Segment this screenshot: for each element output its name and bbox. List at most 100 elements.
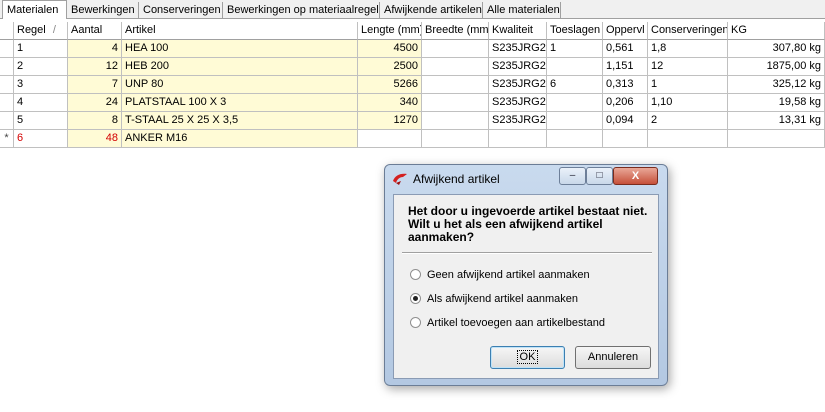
- cell-breedte[interactable]: [422, 58, 489, 76]
- cell-breedte[interactable]: [422, 76, 489, 94]
- cell-aantal[interactable]: 24: [68, 94, 122, 112]
- cell-regel[interactable]: 2: [14, 58, 68, 76]
- row-indicator[interactable]: [0, 58, 14, 76]
- column-header-conserveringen[interactable]: Conserveringen: [648, 22, 728, 40]
- cell-kwaliteit[interactable]: S235JRG2: [489, 40, 547, 58]
- cell-conserveringen[interactable]: 2: [648, 112, 728, 130]
- cell-aantal[interactable]: 8: [68, 112, 122, 130]
- cell-kwaliteit[interactable]: S235JRG2: [489, 94, 547, 112]
- cell-artikel[interactable]: T-STAAL 25 X 25 X 3,5: [122, 112, 358, 130]
- minimize-button[interactable]: –: [559, 167, 586, 185]
- cell-toeslagen[interactable]: [547, 58, 603, 76]
- table-row-new[interactable]: * 6 48 ANKER M16: [0, 130, 825, 148]
- row-indicator[interactable]: [0, 94, 14, 112]
- cell-toeslagen[interactable]: [547, 130, 603, 148]
- tab-bewerkingen-op-materiaalregel[interactable]: Bewerkingen op materiaalregel: [223, 2, 380, 18]
- cell-kg[interactable]: 19,58 kg: [728, 94, 825, 112]
- column-header-aantal[interactable]: Aantal: [68, 22, 122, 40]
- cell-breedte[interactable]: [422, 40, 489, 58]
- tab-materialen[interactable]: Materialen: [2, 0, 67, 19]
- cell-conserveringen[interactable]: [648, 130, 728, 148]
- table-row[interactable]: 4 24 PLATSTAAL 100 X 3 340 S235JRG2 0,20…: [0, 94, 825, 112]
- cell-aantal[interactable]: 4: [68, 40, 122, 58]
- column-header-regel[interactable]: Regel /: [14, 22, 68, 40]
- table-row[interactable]: 2 12 HEB 200 2500 S235JRG2 1,151 12 1875…: [0, 58, 825, 76]
- column-header-kwaliteit[interactable]: Kwaliteit: [489, 22, 547, 40]
- cell-lengte[interactable]: [358, 130, 422, 148]
- cell-aantal[interactable]: 12: [68, 58, 122, 76]
- tab-afwijkende-artikelen[interactable]: Afwijkende artikelen: [380, 2, 483, 18]
- cell-artikel[interactable]: PLATSTAAL 100 X 3: [122, 94, 358, 112]
- cell-oppervl[interactable]: 0,206: [603, 94, 648, 112]
- cell-kg[interactable]: 13,31 kg: [728, 112, 825, 130]
- cell-kwaliteit[interactable]: [489, 130, 547, 148]
- cell-kwaliteit[interactable]: S235JRG2: [489, 58, 547, 76]
- cell-artikel[interactable]: HEA 100: [122, 40, 358, 58]
- cell-conserveringen[interactable]: 12: [648, 58, 728, 76]
- table-row[interactable]: 3 7 UNP 80 5266 S235JRG2 6 0,313 1 325,1…: [0, 76, 825, 94]
- cell-kwaliteit[interactable]: S235JRG2: [489, 112, 547, 130]
- cell-oppervl[interactable]: [603, 130, 648, 148]
- cell-kg[interactable]: 307,80 kg: [728, 40, 825, 58]
- option-label[interactable]: Als afwijkend artikel aanmaken: [427, 291, 578, 307]
- cell-kwaliteit[interactable]: S235JRG2: [489, 76, 547, 94]
- cell-regel[interactable]: 5: [14, 112, 68, 130]
- radio-unselected-icon[interactable]: [410, 317, 421, 328]
- tab-bewerkingen[interactable]: Bewerkingen: [67, 2, 139, 18]
- cell-breedte[interactable]: [422, 130, 489, 148]
- cell-kg[interactable]: 1875,00 kg: [728, 58, 825, 76]
- cell-aantal[interactable]: 7: [68, 76, 122, 94]
- close-button[interactable]: X: [613, 167, 658, 185]
- cell-regel[interactable]: 6: [14, 130, 68, 148]
- cell-oppervl[interactable]: 0,313: [603, 76, 648, 94]
- column-header-lengte[interactable]: Lengte (mm): [358, 22, 422, 40]
- new-row-marker-icon[interactable]: *: [0, 130, 14, 148]
- cell-lengte[interactable]: 5266: [358, 76, 422, 94]
- cell-kg[interactable]: 325,12 kg: [728, 76, 825, 94]
- option-label[interactable]: Geen afwijkend artikel aanmaken: [427, 267, 590, 283]
- cell-breedte[interactable]: [422, 94, 489, 112]
- column-header-oppervl[interactable]: Oppervl: [603, 22, 648, 40]
- cell-toeslagen[interactable]: [547, 112, 603, 130]
- cancel-button[interactable]: Annuleren: [575, 346, 651, 369]
- cell-toeslagen[interactable]: 1: [547, 40, 603, 58]
- cell-lengte[interactable]: 4500: [358, 40, 422, 58]
- cell-conserveringen[interactable]: 1,10: [648, 94, 728, 112]
- cell-regel[interactable]: 1: [14, 40, 68, 58]
- table-row[interactable]: 5 8 T-STAAL 25 X 25 X 3,5 1270 S235JRG2 …: [0, 112, 825, 130]
- row-indicator[interactable]: [0, 112, 14, 130]
- maximize-button[interactable]: □: [586, 167, 613, 185]
- cell-aantal[interactable]: 48: [68, 130, 122, 148]
- cell-lengte[interactable]: 2500: [358, 58, 422, 76]
- row-indicator[interactable]: [0, 76, 14, 94]
- cell-regel[interactable]: 3: [14, 76, 68, 94]
- cell-oppervl[interactable]: 0,094: [603, 112, 648, 130]
- cell-breedte[interactable]: [422, 112, 489, 130]
- cell-artikel[interactable]: ANKER M16: [122, 130, 358, 148]
- cell-toeslagen[interactable]: [547, 94, 603, 112]
- column-header-artikel[interactable]: Artikel: [122, 22, 358, 40]
- dialog-titlebar[interactable]: Afwijkend artikel – □ X: [385, 165, 667, 193]
- column-header-toeslagen[interactable]: Toeslagen: [547, 22, 603, 40]
- cell-artikel[interactable]: HEB 200: [122, 58, 358, 76]
- column-header-breedte[interactable]: Breedte (mm): [422, 22, 489, 40]
- option-label[interactable]: Artikel toevoegen aan artikelbestand: [427, 315, 605, 331]
- cell-lengte[interactable]: 1270: [358, 112, 422, 130]
- row-indicator[interactable]: [0, 40, 14, 58]
- table-row[interactable]: 1 4 HEA 100 4500 S235JRG2 1 0,561 1,8 30…: [0, 40, 825, 58]
- radio-unselected-icon[interactable]: [410, 269, 421, 280]
- cell-lengte[interactable]: 340: [358, 94, 422, 112]
- tab-alle-materialen[interactable]: Alle materialen: [483, 2, 561, 18]
- column-header-kg[interactable]: KG: [728, 22, 825, 40]
- cell-conserveringen[interactable]: 1,8: [648, 40, 728, 58]
- cell-oppervl[interactable]: 1,151: [603, 58, 648, 76]
- tab-conserveringen[interactable]: Conserveringen: [139, 2, 223, 18]
- cell-kg[interactable]: [728, 130, 825, 148]
- cell-oppervl[interactable]: 0,561: [603, 40, 648, 58]
- cell-toeslagen[interactable]: 6: [547, 76, 603, 94]
- radio-selected-icon[interactable]: [410, 293, 421, 304]
- cell-conserveringen[interactable]: 1: [648, 76, 728, 94]
- cell-artikel[interactable]: UNP 80: [122, 76, 358, 94]
- cell-regel[interactable]: 4: [14, 94, 68, 112]
- ok-button[interactable]: OK: [490, 346, 565, 369]
